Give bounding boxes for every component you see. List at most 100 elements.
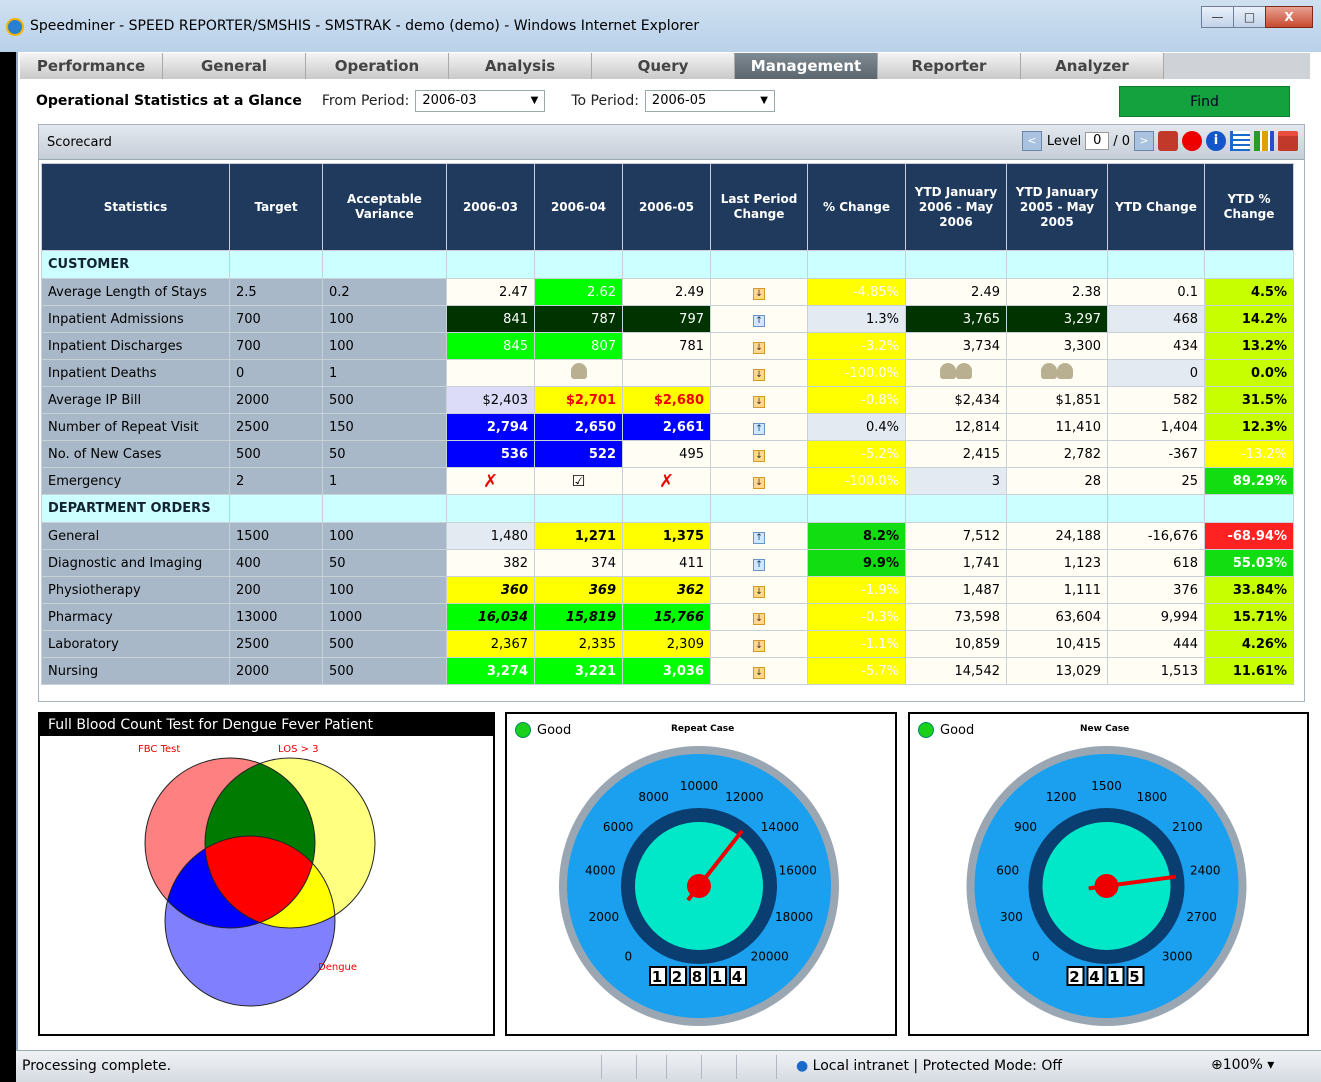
tab-general[interactable]: General xyxy=(163,53,306,79)
cross-icon: ✗ xyxy=(482,470,499,492)
cell-stat: Inpatient Admissions xyxy=(41,305,230,333)
find-button[interactable]: Find xyxy=(1119,86,1290,117)
section-row: CUSTOMER xyxy=(41,250,1294,279)
odometer-digit: 1 xyxy=(1109,968,1119,986)
list-icon[interactable] xyxy=(1230,131,1250,151)
column-header: YTD % Change xyxy=(1204,163,1294,251)
cell-pct: 0.4% xyxy=(807,413,906,441)
cell-m1: 2.47 xyxy=(446,278,535,306)
gauge-tick-label: 900 xyxy=(1014,820,1037,834)
cell-pct: -4.85% xyxy=(807,278,906,306)
maximize-button[interactable]: □ xyxy=(1233,6,1266,28)
table-row[interactable]: Nursing 2000 500 3,274 3,221 3,036 ↓ -5.7% 14,54… xyxy=(41,657,1294,685)
table-row[interactable]: Emergency 2 1 ✗ ☑ ✗ ↓ -100.0% 3 28 25 89.29% xyxy=(41,467,1294,495)
table-row[interactable]: Inpatient Deaths 0 1 ↓ -100.0% 0 0.0% xyxy=(41,359,1294,387)
cell-stat: Inpatient Discharges xyxy=(41,332,230,360)
cell-last-change: ↓ xyxy=(710,386,808,414)
status-indicator: Good xyxy=(515,722,571,738)
gauge-tick-label: 600 xyxy=(996,863,1019,877)
to-period-select[interactable]: 2006-05 ▼ xyxy=(644,90,775,112)
person-icon xyxy=(570,363,587,379)
arrow-down-icon: ↓ xyxy=(753,341,765,354)
level-input[interactable]: 0 xyxy=(1085,132,1110,150)
table-row[interactable]: Inpatient Admissions 700 100 841 787 797 ↑ 1.3%… xyxy=(41,305,1294,333)
cell-m2: 2.62 xyxy=(534,278,623,306)
table-row[interactable]: Pharmacy 13000 1000 16,034 15,819 15,766 ↓ -0.3… xyxy=(41,603,1294,631)
bar-chart-icon[interactable] xyxy=(1254,131,1274,151)
close-button[interactable]: X xyxy=(1265,6,1313,28)
venn-title: Full Blood Count Test for Dengue Fever P… xyxy=(40,714,493,736)
cell-m3: 15,766 xyxy=(622,603,711,631)
cell-yp: 4.5% xyxy=(1204,278,1294,306)
cell-m2: ☑ xyxy=(534,467,623,495)
window-title: Speedminer - SPEED REPORTER/SMSHIS - SMS… xyxy=(30,18,700,34)
cell-y1: 3,765 xyxy=(905,305,1007,333)
tab-query[interactable]: Query xyxy=(592,53,735,79)
cell-yc: -16,676 xyxy=(1107,522,1205,550)
cell-yp: 4.26% xyxy=(1204,630,1294,658)
tab-reporter[interactable]: Reporter xyxy=(878,53,1021,79)
cross-icon: ✗ xyxy=(658,470,675,492)
odometer-digit: 5 xyxy=(1129,968,1139,986)
table-row[interactable]: General 1500 100 1,480 1,271 1,375 ↑ 8.2% 7,512 2… xyxy=(41,522,1294,550)
cell-last-change: ↑ xyxy=(710,522,808,550)
tab-operation[interactable]: Operation xyxy=(306,53,449,79)
repeat-case-gauge: 0 2000 4000 6000 8000 10000 12000 14000 16000 180… xyxy=(559,746,839,1026)
table-row[interactable]: Laboratory 2500 500 2,367 2,335 2,309 ↓ -1.1% 10… xyxy=(41,630,1294,658)
cell-target: 400 xyxy=(229,549,323,577)
cell-m3: 411 xyxy=(622,549,711,577)
cell-target: 500 xyxy=(229,440,323,468)
cell-y1: 73,598 xyxy=(905,603,1007,631)
gauge-tick-label: 8000 xyxy=(638,790,669,804)
tab-management[interactable]: Management xyxy=(735,53,878,79)
info-icon[interactable]: i xyxy=(1206,131,1226,151)
odometer-digit: 4 xyxy=(732,968,742,986)
cell-target: 700 xyxy=(229,305,323,333)
cell-m2: 807 xyxy=(534,332,623,360)
cell-yc: 9,994 xyxy=(1107,603,1205,631)
cell-m1: 16,034 xyxy=(446,603,535,631)
cell-m2: 2,650 xyxy=(534,413,623,441)
stop-icon[interactable] xyxy=(1182,131,1202,151)
calendar-add-icon[interactable] xyxy=(1278,131,1298,151)
cell-y1: 2.49 xyxy=(905,278,1007,306)
minimize-button[interactable]: — xyxy=(1201,6,1234,28)
tab-analysis[interactable]: Analysis xyxy=(449,53,592,79)
page-title: Operational Statistics at a Glance xyxy=(36,93,302,109)
cell-yc: -367 xyxy=(1107,440,1205,468)
table-row[interactable]: Physiotherapy 200 100 360 369 362 ↓ -1.9% 1,487 1… xyxy=(41,576,1294,604)
odometer-digit: 2 xyxy=(1069,968,1079,986)
table-row[interactable]: Number of Repeat Visit 2500 150 2,794 2,650 2… xyxy=(41,413,1294,441)
table-row[interactable]: Inpatient Discharges 700 100 845 807 781 ↓ -3.2… xyxy=(41,332,1294,360)
table-row[interactable]: No. of New Cases 500 50 536 522 495 ↓ -5.2% 2,41… xyxy=(41,440,1294,468)
book-icon[interactable] xyxy=(1158,131,1178,151)
cell-m2: 2,335 xyxy=(534,630,623,658)
cell-y2: 24,188 xyxy=(1006,522,1108,550)
zoom-control[interactable]: ⊕100% ▾ xyxy=(1211,1057,1274,1073)
tab-analyzer[interactable]: Analyzer xyxy=(1021,53,1164,79)
cell-yc: 25 xyxy=(1107,467,1205,495)
table-row[interactable]: Diagnostic and Imaging 400 50 382 374 411 ↑ 9.9… xyxy=(41,549,1294,577)
arrow-down-icon: ↓ xyxy=(753,287,765,300)
cell-var: 1 xyxy=(322,467,447,495)
repeat-case-gauge-panel: Good Repeat Case 0 2000 4000 6000 8000 10000 1… xyxy=(505,712,897,1036)
level-prev-button[interactable]: < xyxy=(1021,131,1042,151)
gauge-hub xyxy=(687,874,711,898)
scorecard-table: Statistics Target Acceptable Variance 2006-… xyxy=(41,163,1294,685)
cell-y1: 3,734 xyxy=(905,332,1007,360)
table-row[interactable]: Average IP Bill 2000 500 $2,403 $2,701 $2,680… xyxy=(41,386,1294,414)
gauge-tick-label: 16000 xyxy=(779,863,817,877)
table-row[interactable]: Average Length of Stays 2.5 0.2 2.47 2.62 2.4… xyxy=(41,278,1294,306)
cell-stat: Nursing xyxy=(41,657,230,685)
tab-performance[interactable]: Performance xyxy=(20,53,163,79)
level-next-button[interactable]: > xyxy=(1134,131,1154,151)
cell-m2: 1,271 xyxy=(534,522,623,550)
from-period-select[interactable]: 2006-03 ▼ xyxy=(415,90,546,112)
zoom-icon: ⊕ xyxy=(1211,1057,1223,1073)
cell-target: 2000 xyxy=(229,386,323,414)
cell-m3: ✗ xyxy=(622,467,711,495)
cell-last-change: ↓ xyxy=(710,278,808,306)
cell-stat: Average IP Bill xyxy=(41,386,230,414)
cell-m3: 362 xyxy=(622,576,711,604)
gauge-tick-label: 2000 xyxy=(589,910,620,924)
